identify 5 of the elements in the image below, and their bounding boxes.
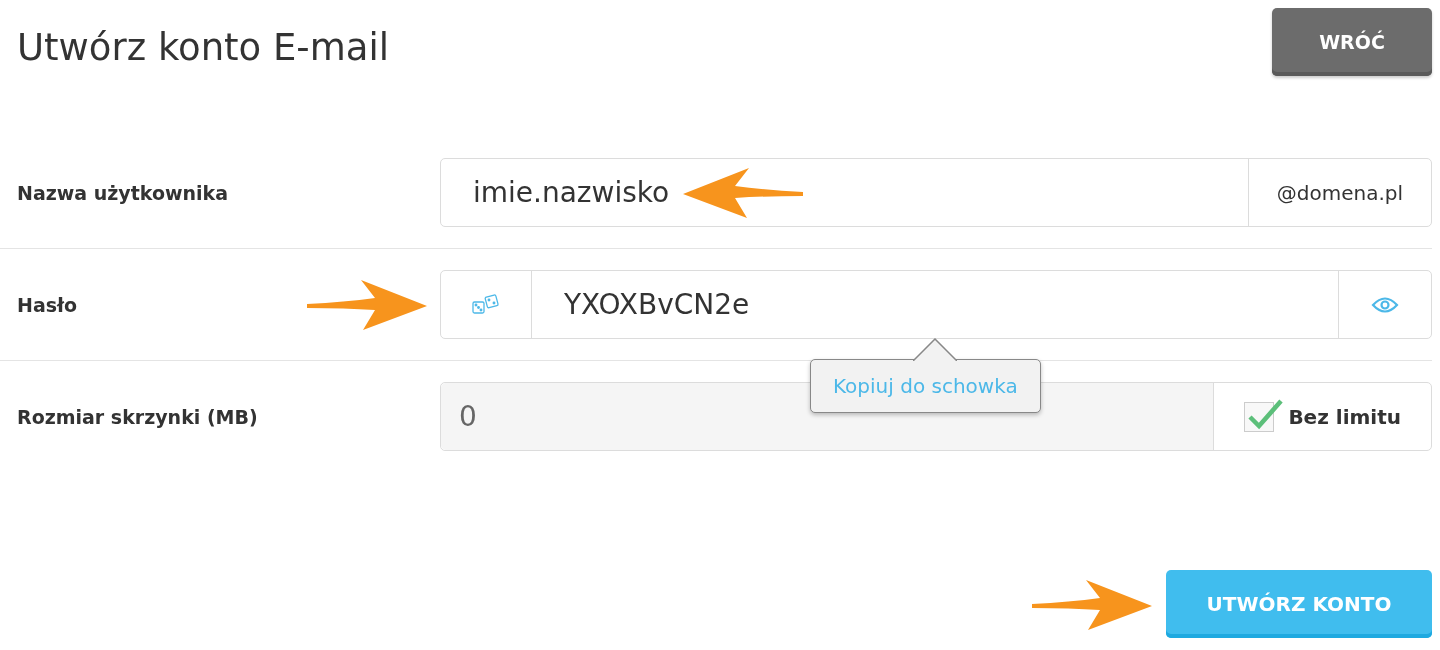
page-title: Utwórz konto E-mail <box>17 26 389 69</box>
field-label: Hasło <box>17 293 79 316</box>
field-label: Nazwa użytkownika <box>17 181 230 204</box>
field-label: Rozmiar skrzynki (MB) <box>17 405 259 428</box>
domain-suffix: @domena.pl <box>1247 159 1431 226</box>
